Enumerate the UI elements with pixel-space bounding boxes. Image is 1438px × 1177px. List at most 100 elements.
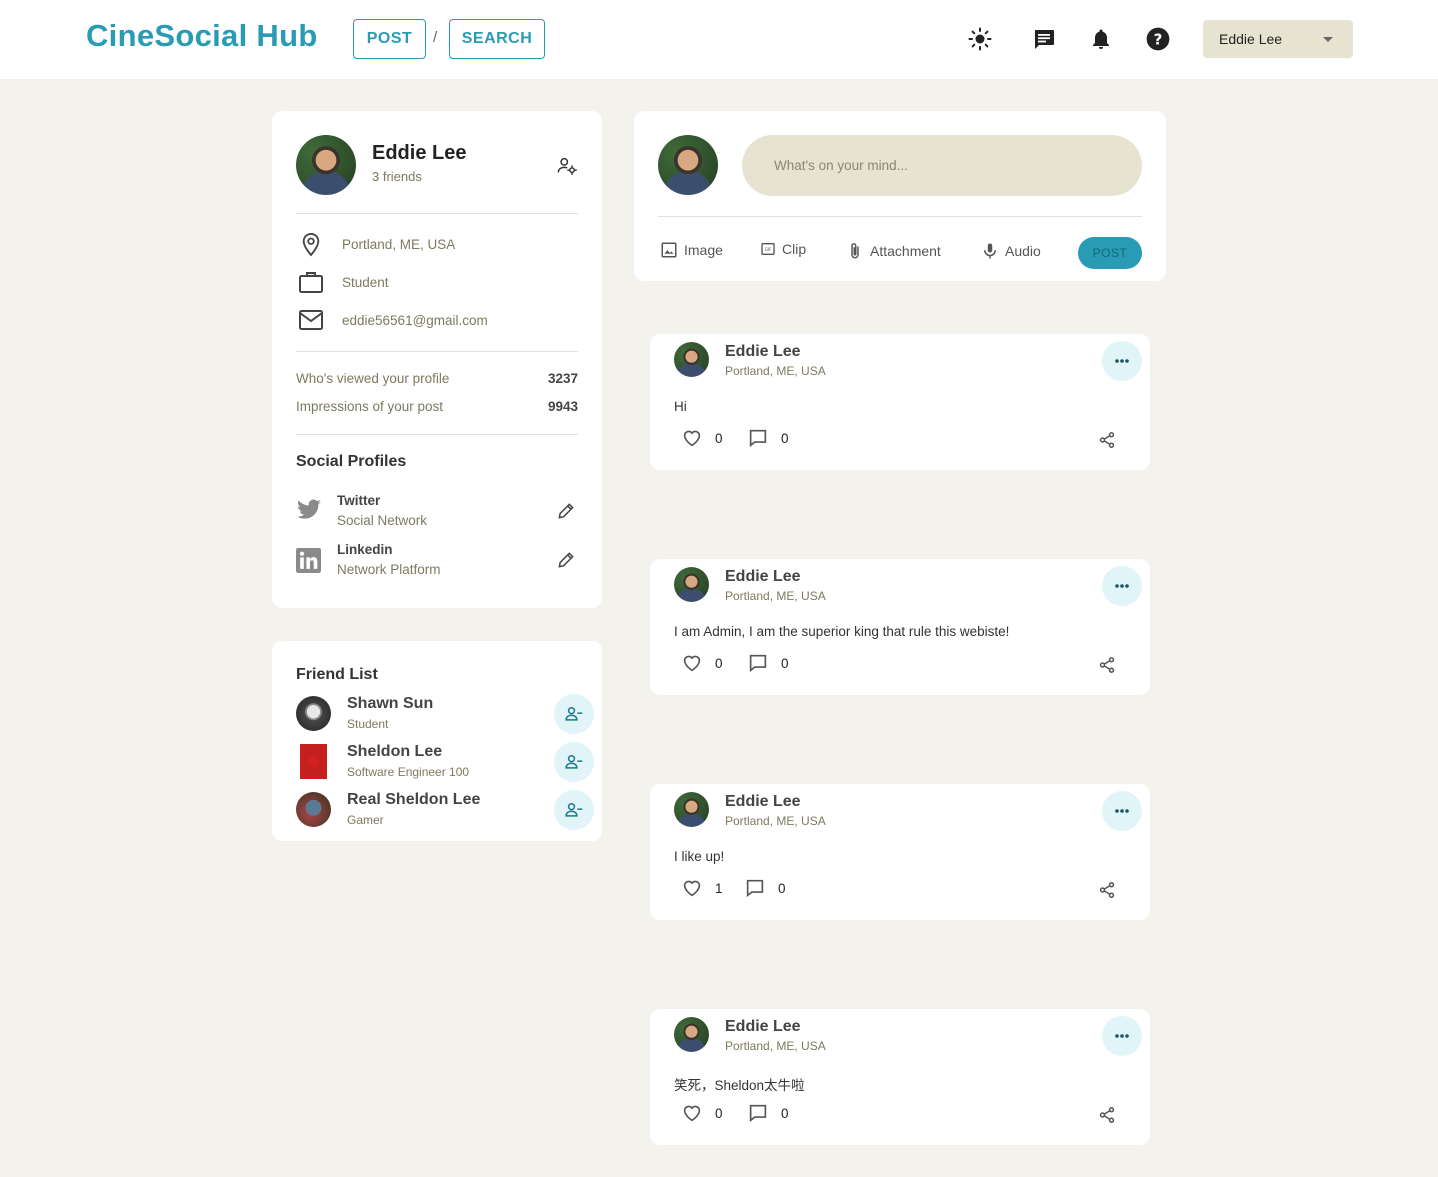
post-more-button[interactable] [1102, 791, 1142, 831]
more-horiz-icon [1115, 584, 1129, 588]
share-button[interactable] [1098, 1106, 1116, 1129]
friend-item: Sheldon Lee Software Engineer 100 [296, 742, 596, 787]
nav-search-button[interactable]: SEARCH [449, 19, 545, 59]
comment-button[interactable]: 0 [748, 654, 789, 672]
nav-post-button[interactable]: POST [353, 19, 426, 59]
profile-avatar[interactable] [296, 135, 356, 195]
more-horiz-icon [1115, 359, 1129, 363]
post-text: Hi [674, 399, 687, 414]
friend-occupation: Gamer [347, 813, 384, 827]
post-author-location: Portland, ME, USA [725, 364, 826, 378]
remove-friend-button[interactable] [554, 694, 594, 734]
briefcase-icon [296, 269, 326, 295]
friend-avatar[interactable] [296, 696, 331, 731]
chevron-down-icon [1323, 37, 1333, 42]
post-author-avatar[interactable] [674, 342, 709, 377]
post-author-avatar[interactable] [674, 792, 709, 827]
like-button[interactable]: 0 [682, 429, 723, 447]
friend-avatar[interactable] [296, 744, 331, 779]
profile-friend-count: 3 friends [372, 169, 422, 184]
post-more-button[interactable] [1102, 566, 1142, 606]
social-sub: Network Platform [337, 562, 441, 577]
comment-count: 0 [778, 880, 786, 896]
add-audio-button[interactable]: Audio [981, 241, 1041, 261]
like-count: 0 [715, 1105, 723, 1121]
remove-friend-button[interactable] [554, 790, 594, 830]
user-select-dropdown[interactable]: Eddie Lee [1203, 20, 1353, 58]
post-author-name[interactable]: Eddie Lee [725, 1018, 801, 1036]
post-more-button[interactable] [1102, 341, 1142, 381]
add-clip-button[interactable]: GIF Clip [760, 241, 806, 257]
top-navbar: CineSocial Hub POST / SEARCH ? Eddie Lee [0, 0, 1438, 79]
post-author-location: Portland, ME, USA [725, 814, 826, 828]
image-icon [661, 242, 677, 258]
clip-label: Clip [782, 241, 807, 257]
location-text: Portland, ME, USA [342, 236, 456, 252]
friend-avatar[interactable] [296, 792, 331, 827]
location-row: Portland, ME, USA [296, 231, 455, 257]
profile-name[interactable]: Eddie Lee [372, 142, 466, 165]
post-author-avatar[interactable] [674, 567, 709, 602]
post-author-name[interactable]: Eddie Lee [725, 568, 801, 586]
social-name: Twitter [337, 493, 381, 508]
remove-friend-button[interactable] [554, 742, 594, 782]
friend-name[interactable]: Sheldon Lee [347, 743, 442, 761]
add-attachment-button[interactable]: Attachment [846, 241, 941, 261]
post-card: Eddie Lee Portland, ME, USA Hi 0 0 [650, 334, 1150, 470]
occupation-row: Student [296, 269, 389, 295]
bell-icon[interactable] [1087, 25, 1115, 53]
post-text: I am Admin, I am the superior king that … [674, 624, 1010, 639]
comment-icon [749, 1104, 767, 1122]
like-button[interactable]: 0 [682, 654, 723, 672]
message-icon[interactable] [1030, 25, 1058, 53]
help-icon[interactable]: ? [1144, 25, 1172, 53]
heart-icon [683, 1105, 701, 1122]
edit-pencil-icon[interactable] [556, 550, 578, 572]
post-author-location: Portland, ME, USA [725, 1039, 826, 1053]
linkedin-icon [296, 548, 321, 578]
friend-occupation: Software Engineer 100 [347, 765, 470, 779]
edit-pencil-icon[interactable] [556, 501, 578, 523]
post-author-avatar[interactable] [674, 1017, 709, 1052]
comment-button[interactable]: 0 [748, 1104, 789, 1122]
friend-name[interactable]: Shawn Sun [347, 695, 433, 713]
mail-icon [296, 307, 326, 333]
svg-text:?: ? [1154, 30, 1163, 48]
like-button[interactable]: 0 [682, 1104, 723, 1122]
share-icon [1099, 1107, 1115, 1123]
post-author-name[interactable]: Eddie Lee [725, 343, 801, 361]
person-remove-icon [565, 707, 583, 721]
comment-icon [749, 429, 767, 447]
more-horiz-icon [1115, 809, 1129, 813]
nav-separator: / [433, 29, 438, 46]
post-compose-input[interactable]: What's on your mind... [742, 135, 1142, 196]
comment-button[interactable]: 0 [745, 879, 786, 897]
post-more-button[interactable] [1102, 1016, 1142, 1056]
like-button[interactable]: 1 [682, 879, 723, 897]
profile-views-value: 3237 [547, 371, 578, 386]
gif-icon: GIF [761, 243, 775, 255]
sun-icon[interactable] [966, 25, 994, 53]
social-name: Linkedin [337, 542, 393, 557]
friend-list-card: Friend List Shawn Sun Student Sheldon Le… [272, 641, 602, 841]
person-remove-icon [565, 803, 583, 817]
brand-logo[interactable]: CineSocial Hub [86, 18, 318, 54]
submit-post-button[interactable]: POST [1078, 237, 1142, 269]
social-item-twitter: Twitter Social Network [296, 493, 578, 533]
comment-button[interactable]: 0 [748, 429, 789, 447]
add-image-button[interactable]: Image [660, 241, 723, 259]
social-profiles-title: Social Profiles [296, 453, 407, 470]
post-author-name[interactable]: Eddie Lee [725, 793, 801, 811]
share-icon [1099, 432, 1115, 448]
profile-card: Eddie Lee 3 friends Portland, ME, USA St… [272, 111, 602, 608]
share-button[interactable] [1098, 881, 1116, 904]
post-card: Eddie Lee Portland, ME, USA I like up! 1… [650, 784, 1150, 920]
post-card: Eddie Lee Portland, ME, USA I am Admin, … [650, 559, 1150, 695]
post-text: 笑死，Sheldon太牛啦 [674, 1078, 805, 1093]
manage-account-icon[interactable] [556, 155, 578, 182]
friend-name[interactable]: Real Sheldon Lee [347, 791, 480, 809]
share-button[interactable] [1098, 431, 1116, 454]
share-button[interactable] [1098, 656, 1116, 679]
social-item-linkedin: Linkedin Network Platform [296, 542, 578, 582]
person-remove-icon [565, 755, 583, 769]
